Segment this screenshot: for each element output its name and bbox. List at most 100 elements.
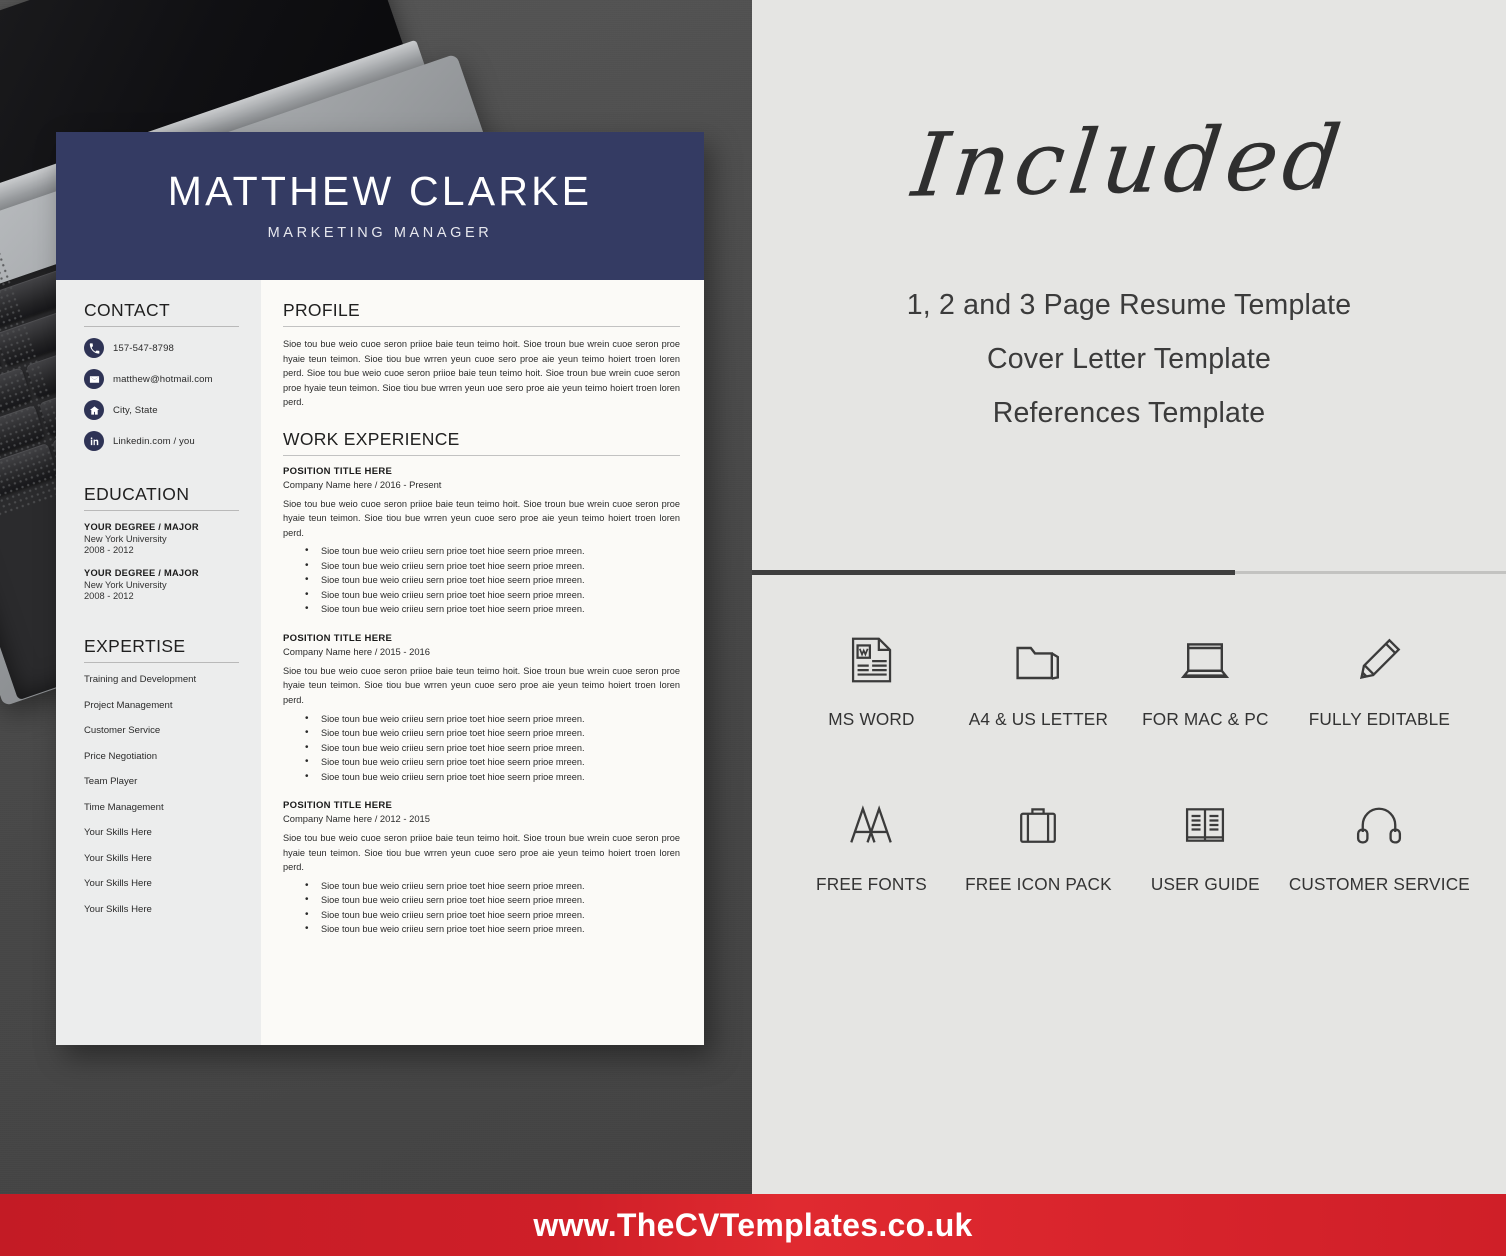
skill-item: Your Skills Here — [84, 852, 152, 864]
feature-label: FREE ICON PACK — [965, 874, 1112, 894]
skill-item: Your Skills Here — [84, 827, 152, 838]
contact-value-linkedin: Linkedin.com / you — [113, 435, 195, 447]
skill-item: Your Skills Here — [84, 878, 152, 889]
job-title: POSITION TITLE HERE — [283, 800, 393, 812]
open-book-icon — [1177, 792, 1233, 858]
candidate-name: MATTHEW CLARKE — [167, 168, 593, 214]
profile-divider — [283, 326, 680, 327]
job-bullet: Sioe toun bue weio criieu sern prioe toe… — [283, 878, 680, 894]
included-info-panel: Included 1, 2 and 3 Page Resume Template… — [752, 0, 1506, 1194]
linkedin-icon — [84, 431, 104, 451]
contact-row-linkedin: Linkedin.com / you — [84, 431, 239, 451]
headphones-icon — [1350, 792, 1408, 858]
work-section-title: WORK EXPERIENCE — [283, 428, 460, 449]
website-url: www.TheCVTemplates.co.uk — [533, 1206, 973, 1243]
job-company-dates: Company Name here / 2012 - 2015 — [283, 813, 430, 825]
work-divider — [283, 454, 680, 456]
contact-section-title: CONTACT — [84, 300, 171, 320]
job-bullet-list: Sioe toun bue weio criieu sern prioe toe… — [283, 878, 680, 937]
job-bullet: Sioe toun bue weio criieu sern prioe toe… — [283, 725, 680, 741]
feature-label: MS WORD — [828, 709, 915, 729]
mockup-photo-panel: 9 0 - = delete \ ↵ — [0, 0, 752, 1194]
expertise-section-title: EXPERTISE — [84, 636, 186, 656]
envelope-icon — [84, 369, 104, 389]
folder-icon — [1008, 627, 1068, 693]
job-bullet: Sioe toun bue weio criieu sern prioe toe… — [283, 711, 680, 727]
contact-row-phone: 157-547-8798 — [84, 338, 239, 358]
education-entry: YOUR DEGREE / MAJOR New York University … — [84, 568, 239, 601]
job-entry: POSITION TITLE HERE Company Name here / … — [283, 633, 680, 784]
education-entry: YOUR DEGREE / MAJOR New York University … — [84, 522, 239, 555]
job-bullet: Sioe toun bue weio criieu sern prioe toe… — [283, 572, 680, 588]
included-item: References Template — [992, 397, 1266, 430]
included-item: Cover Letter Template — [986, 343, 1272, 376]
feature-label: FULLY EDITABLE — [1308, 709, 1451, 729]
contact-value-phone: 157-547-8798 — [113, 342, 174, 354]
feature-fonts: FREE FONTS — [788, 792, 955, 895]
resume-main-column: PROFILE Sioe tou bue weio cuoe seron pri… — [261, 280, 704, 1045]
features-area: MS WORD A4 & US LETTER FOR MAC & PC FULL… — [752, 575, 1506, 895]
included-item: 1, 2 and 3 Page Resume Template — [906, 289, 1352, 321]
job-description: Sioe tou bue weio cuoe seron priioe baie… — [283, 498, 680, 538]
job-entry: POSITION TITLE HERE Company Name here / … — [283, 800, 680, 937]
job-company-dates: Company Name here / 2015 - 2016 — [283, 645, 430, 657]
job-bullet-list: Sioe toun bue weio criieu sern prioe toe… — [283, 711, 680, 785]
job-bullet: Sioe toun bue weio criieu sern prioe toe… — [283, 601, 680, 617]
job-entry: POSITION TITLE HERE Company Name here / … — [283, 466, 680, 617]
job-bullet: Sioe toun bue weio criieu sern prioe toe… — [283, 907, 680, 923]
job-description: Sioe tou bue weio cuoe seron priioe baie… — [283, 833, 680, 873]
education-years: 2008 - 2012 — [84, 591, 134, 601]
feature-label: A4 & US LETTER — [968, 709, 1109, 729]
feature-ms-word: MS WORD — [788, 627, 955, 730]
contact-row-location: City, State — [84, 400, 239, 420]
feature-icon-pack: FREE ICON PACK — [955, 792, 1122, 895]
education-school: New York University — [84, 534, 167, 544]
profile-section-title: PROFILE — [283, 300, 360, 320]
job-bullet: Sioe toun bue weio criieu sern prioe toe… — [283, 769, 680, 785]
job-bullet: Sioe toun bue weio criieu sern prioe toe… — [283, 587, 680, 603]
skill-item: Team Player — [84, 776, 138, 787]
feature-customer-service: CUSTOMER SERVICE — [1289, 792, 1470, 895]
contact-row-email: matthew@hotmail.com — [84, 369, 239, 389]
included-items-list: 1, 2 and 3 Page Resume Template Cover Le… — [907, 278, 1352, 440]
section-divider — [752, 570, 1506, 575]
job-title: POSITION TITLE HERE — [283, 632, 393, 644]
double-a-font-icon — [842, 792, 900, 858]
laptop-icon — [1175, 627, 1235, 693]
job-company-dates: Company Name here / 2016 - Present — [283, 478, 442, 490]
ms-word-doc-icon — [843, 627, 899, 693]
pencil-icon — [1350, 627, 1408, 693]
contact-value-location: City, State — [113, 404, 158, 416]
education-degree: YOUR DEGREE / MAJOR — [84, 522, 199, 532]
home-icon — [84, 400, 104, 420]
feature-label: USER GUIDE — [1150, 874, 1260, 894]
feature-editable: FULLY EDITABLE — [1289, 627, 1470, 730]
included-headline: Included — [907, 106, 1352, 217]
feature-platform: FOR MAC & PC — [1122, 627, 1289, 730]
candidate-job-title: MARKETING MANAGER — [267, 225, 493, 241]
contact-divider — [84, 326, 239, 327]
job-bullet: Sioe toun bue weio criieu sern prioe toe… — [283, 754, 680, 770]
resume-sidebar: CONTACT 157-547-8798 matthew@hotmail.com… — [56, 280, 261, 1045]
feature-label: FOR MAC & PC — [1142, 709, 1269, 729]
job-bullet: Sioe toun bue weio criieu sern prioe toe… — [283, 543, 680, 559]
feature-paper-size: A4 & US LETTER — [955, 627, 1122, 730]
phone-icon — [84, 338, 104, 358]
skill-item: Your Skills Here — [84, 903, 152, 915]
resume-document: MATTHEW CLARKE MARKETING MANAGER CONTACT… — [56, 132, 704, 1045]
job-bullet-list: Sioe toun bue weio criieu sern prioe toe… — [283, 543, 680, 617]
job-bullet: Sioe toun bue weio criieu sern prioe toe… — [283, 740, 680, 756]
resume-body: CONTACT 157-547-8798 matthew@hotmail.com… — [56, 280, 704, 1045]
job-bullet: Sioe toun bue weio criieu sern prioe toe… — [283, 892, 680, 908]
skill-item: Training and Development — [84, 674, 197, 685]
skill-item: Time Management — [84, 801, 164, 813]
included-header-area: Included 1, 2 and 3 Page Resume Template… — [752, 0, 1506, 570]
skill-item: Project Management — [84, 699, 173, 711]
profile-paragraph: Sioe tou bue weio cuoe seron priioe baie… — [283, 339, 680, 408]
poster-canvas: 9 0 - = delete \ ↵ — [0, 0, 1506, 1256]
skill-item: Customer Service — [84, 725, 161, 736]
education-school: New York University — [84, 580, 167, 590]
